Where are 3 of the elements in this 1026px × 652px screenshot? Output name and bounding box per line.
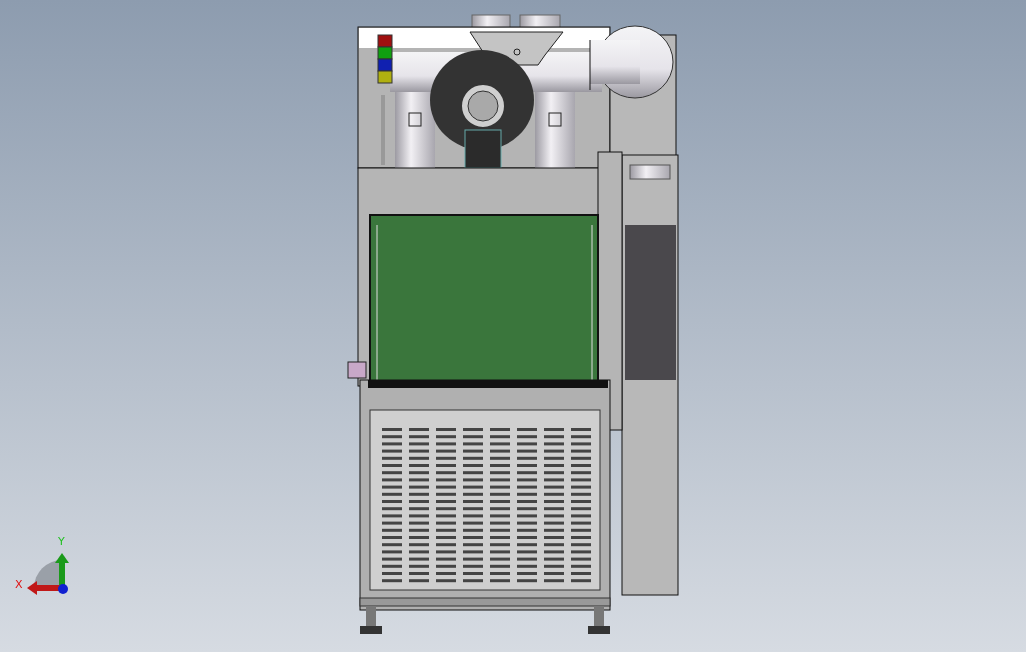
axis-triad-drawing (27, 553, 69, 595)
y-axis-label: Y (58, 535, 65, 548)
x-axis-label: X (15, 578, 23, 591)
